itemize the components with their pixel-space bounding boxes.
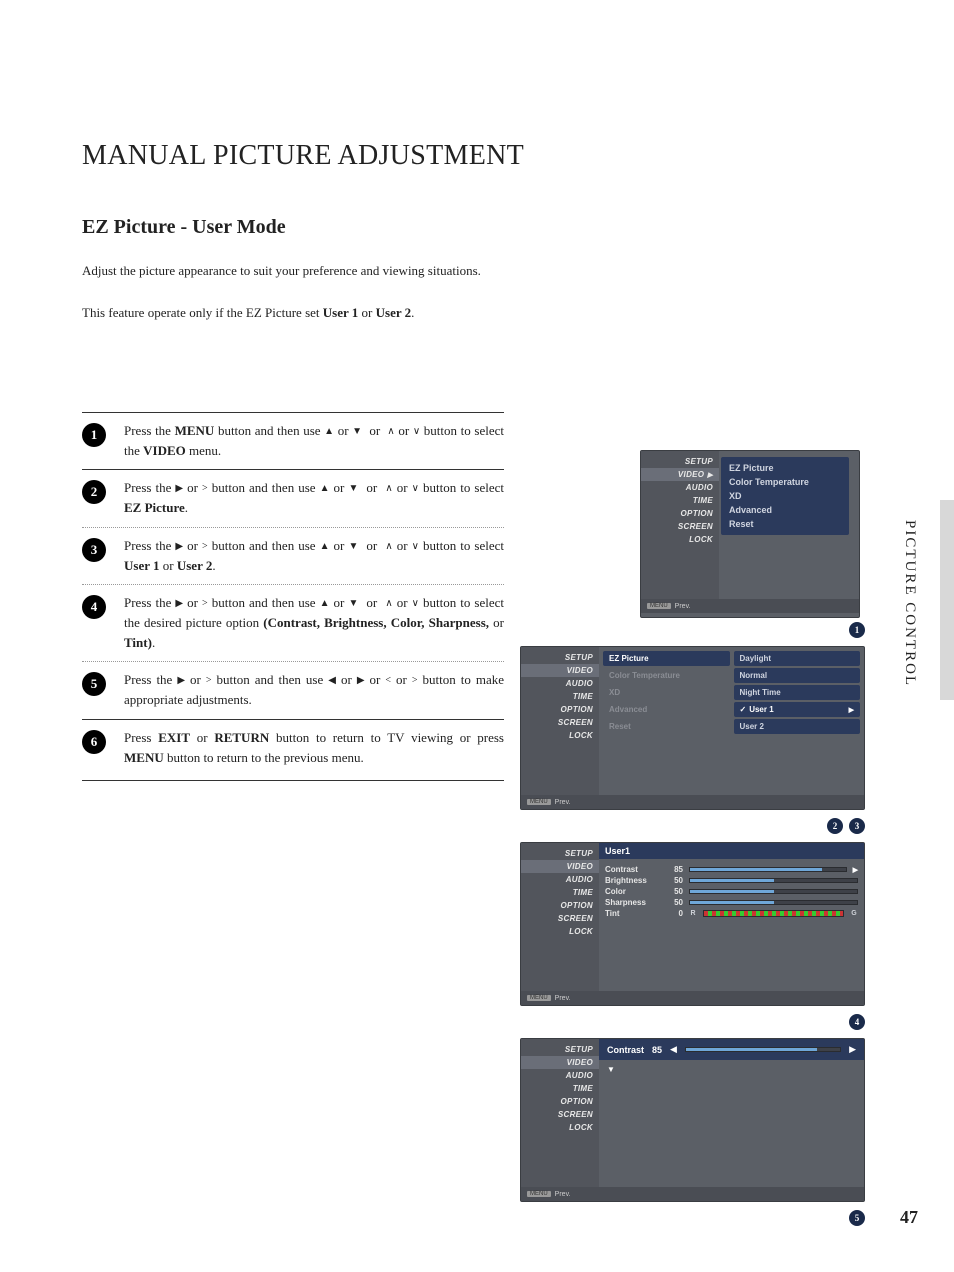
osd2-left-reset: Reset — [603, 719, 730, 734]
osd-side-time: TIME — [641, 494, 719, 507]
osd-sub-colortemp: Color Temperature — [729, 477, 841, 487]
step-5: 5 Press the ▶ or > button and then use ◀… — [82, 661, 504, 718]
down-arrow-icon: ▼ — [352, 424, 362, 440]
page-number: 47 — [900, 1207, 918, 1228]
slider-color: Color50 — [605, 887, 858, 896]
osd2-left-xd: XD — [603, 685, 730, 700]
step-number-4: 4 — [82, 595, 106, 619]
step-4: 4 Press the ▶ or > button and then use ▲… — [82, 584, 504, 661]
osd2-right-user1: ✓User 1▶ — [734, 702, 861, 717]
osd-footer: MENUPrev. — [641, 599, 859, 613]
step-2: 2 Press the ▶ or > button and then use ▲… — [82, 469, 504, 526]
caret-up-icon: ∧ — [387, 424, 394, 440]
section-label: PICTURE CONTROL — [901, 520, 918, 687]
osd2-left-advanced: Advanced — [603, 702, 730, 717]
step-3: 3 Press the ▶ or > button and then use ▲… — [82, 527, 504, 584]
caret-right-icon: > — [202, 481, 208, 497]
osd2-right-user2: User 2 — [734, 719, 861, 734]
osd-sub-reset: Reset — [729, 519, 841, 529]
osd4-contrast-bar: Contrast 85 ◀ ▶ — [599, 1039, 864, 1060]
osd-side-setup: SETUP — [641, 455, 719, 468]
slider-sharpness: Sharpness50 — [605, 898, 858, 907]
slider-brightness: Brightness50 — [605, 876, 858, 885]
step-number-5: 5 — [82, 672, 106, 696]
osd2-right-daylight: Daylight — [734, 651, 861, 666]
caret-left-icon: < — [385, 673, 391, 689]
osd-side-video: VIDEO ▶ — [641, 468, 719, 481]
badge-5: 5 — [849, 1210, 865, 1226]
step-number-1: 1 — [82, 423, 106, 447]
badge-4: 4 — [849, 1014, 865, 1030]
osd3-header: User1 — [599, 843, 864, 859]
step-number-3: 3 — [82, 538, 106, 562]
slider-tint: Tint0 RG — [605, 909, 858, 918]
osd-screenshot-2: SETUP VIDEO AUDIO TIME OPTION SCREEN LOC… — [520, 646, 865, 810]
osd-screenshot-3: SETUP VIDEO AUDIO TIME OPTION SCREEN LOC… — [520, 842, 865, 1006]
osd2-left-ezpicture: EZ Picture — [603, 651, 730, 666]
osd-sub-ezpicture: EZ Picture — [729, 463, 841, 473]
osd2-left-colortemp: Color Temperature — [603, 668, 730, 683]
osd-side-audio: AUDIO — [641, 481, 719, 494]
intro-2: This feature operate only if the EZ Pict… — [82, 303, 492, 323]
down-arrow-icon: ▼ — [599, 1063, 864, 1076]
subtitle: EZ Picture - User Mode — [82, 216, 872, 239]
intro-1: Adjust the picture appearance to suit yo… — [82, 261, 492, 281]
osd-side-option: OPTION — [641, 507, 719, 520]
badge-3: 3 — [849, 818, 865, 834]
arrow-right-icon: ▶ — [849, 706, 854, 714]
slider-contrast: Contrast85 ▶ — [605, 865, 858, 874]
osd-submenu: EZ Picture Color Temperature XD Advanced… — [721, 457, 849, 535]
section-tab — [940, 500, 954, 700]
osd-side-screen: SCREEN — [641, 520, 719, 533]
badge-1: 1 — [849, 622, 865, 638]
check-icon: ✓ — [740, 705, 747, 714]
osd-side-lock: LOCK — [641, 533, 719, 546]
osd-screenshot-4: SETUP VIDEO AUDIO TIME OPTION SCREEN LOC… — [520, 1038, 865, 1202]
caret-down-icon: ∨ — [413, 424, 420, 440]
badge-row-23: 2 3 — [520, 818, 865, 834]
osd-sub-xd: XD — [729, 491, 841, 501]
left-arrow-icon: ◀ — [328, 673, 336, 689]
page-title: MANUAL PICTURE ADJUSTMENT — [82, 140, 872, 172]
badge-row-1: 1 — [520, 622, 865, 638]
up-arrow-icon: ▲ — [324, 424, 334, 440]
right-arrow-icon: ▶ — [175, 481, 183, 497]
osd-screenshot-1: SETUP VIDEO ▶ AUDIO TIME OPTION SCREEN L… — [640, 450, 860, 618]
badge-2: 2 — [827, 818, 843, 834]
osd2-right-nighttime: Night Time — [734, 685, 861, 700]
badge-row-4: 4 — [520, 1014, 865, 1030]
osd-sub-advanced: Advanced — [729, 505, 841, 515]
osd2-right-normal: Normal — [734, 668, 861, 683]
step-number-2: 2 — [82, 480, 106, 504]
badge-row-5: 5 — [520, 1210, 865, 1226]
step-6: 6 Press EXIT or RETURN button to return … — [82, 719, 504, 781]
step-1: 1 Press the MENU button and then use ▲ o… — [82, 412, 504, 469]
osd-sidebar: SETUP VIDEO ▶ AUDIO TIME OPTION SCREEN L… — [641, 451, 719, 599]
step-number-6: 6 — [82, 730, 106, 754]
